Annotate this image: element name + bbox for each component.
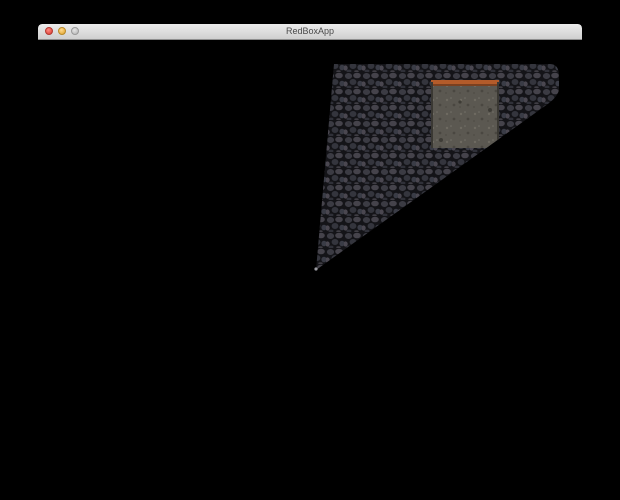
light-source-marker <box>314 267 318 271</box>
lit-floor-area <box>316 64 559 270</box>
stone-block[interactable] <box>431 80 499 148</box>
app-window: RedBoxApp <box>38 24 582 500</box>
game-viewport[interactable] <box>38 40 582 500</box>
title-bar[interactable]: RedBoxApp <box>38 24 582 40</box>
window-title: RedBoxApp <box>285 26 335 36</box>
game-scene <box>314 64 559 271</box>
